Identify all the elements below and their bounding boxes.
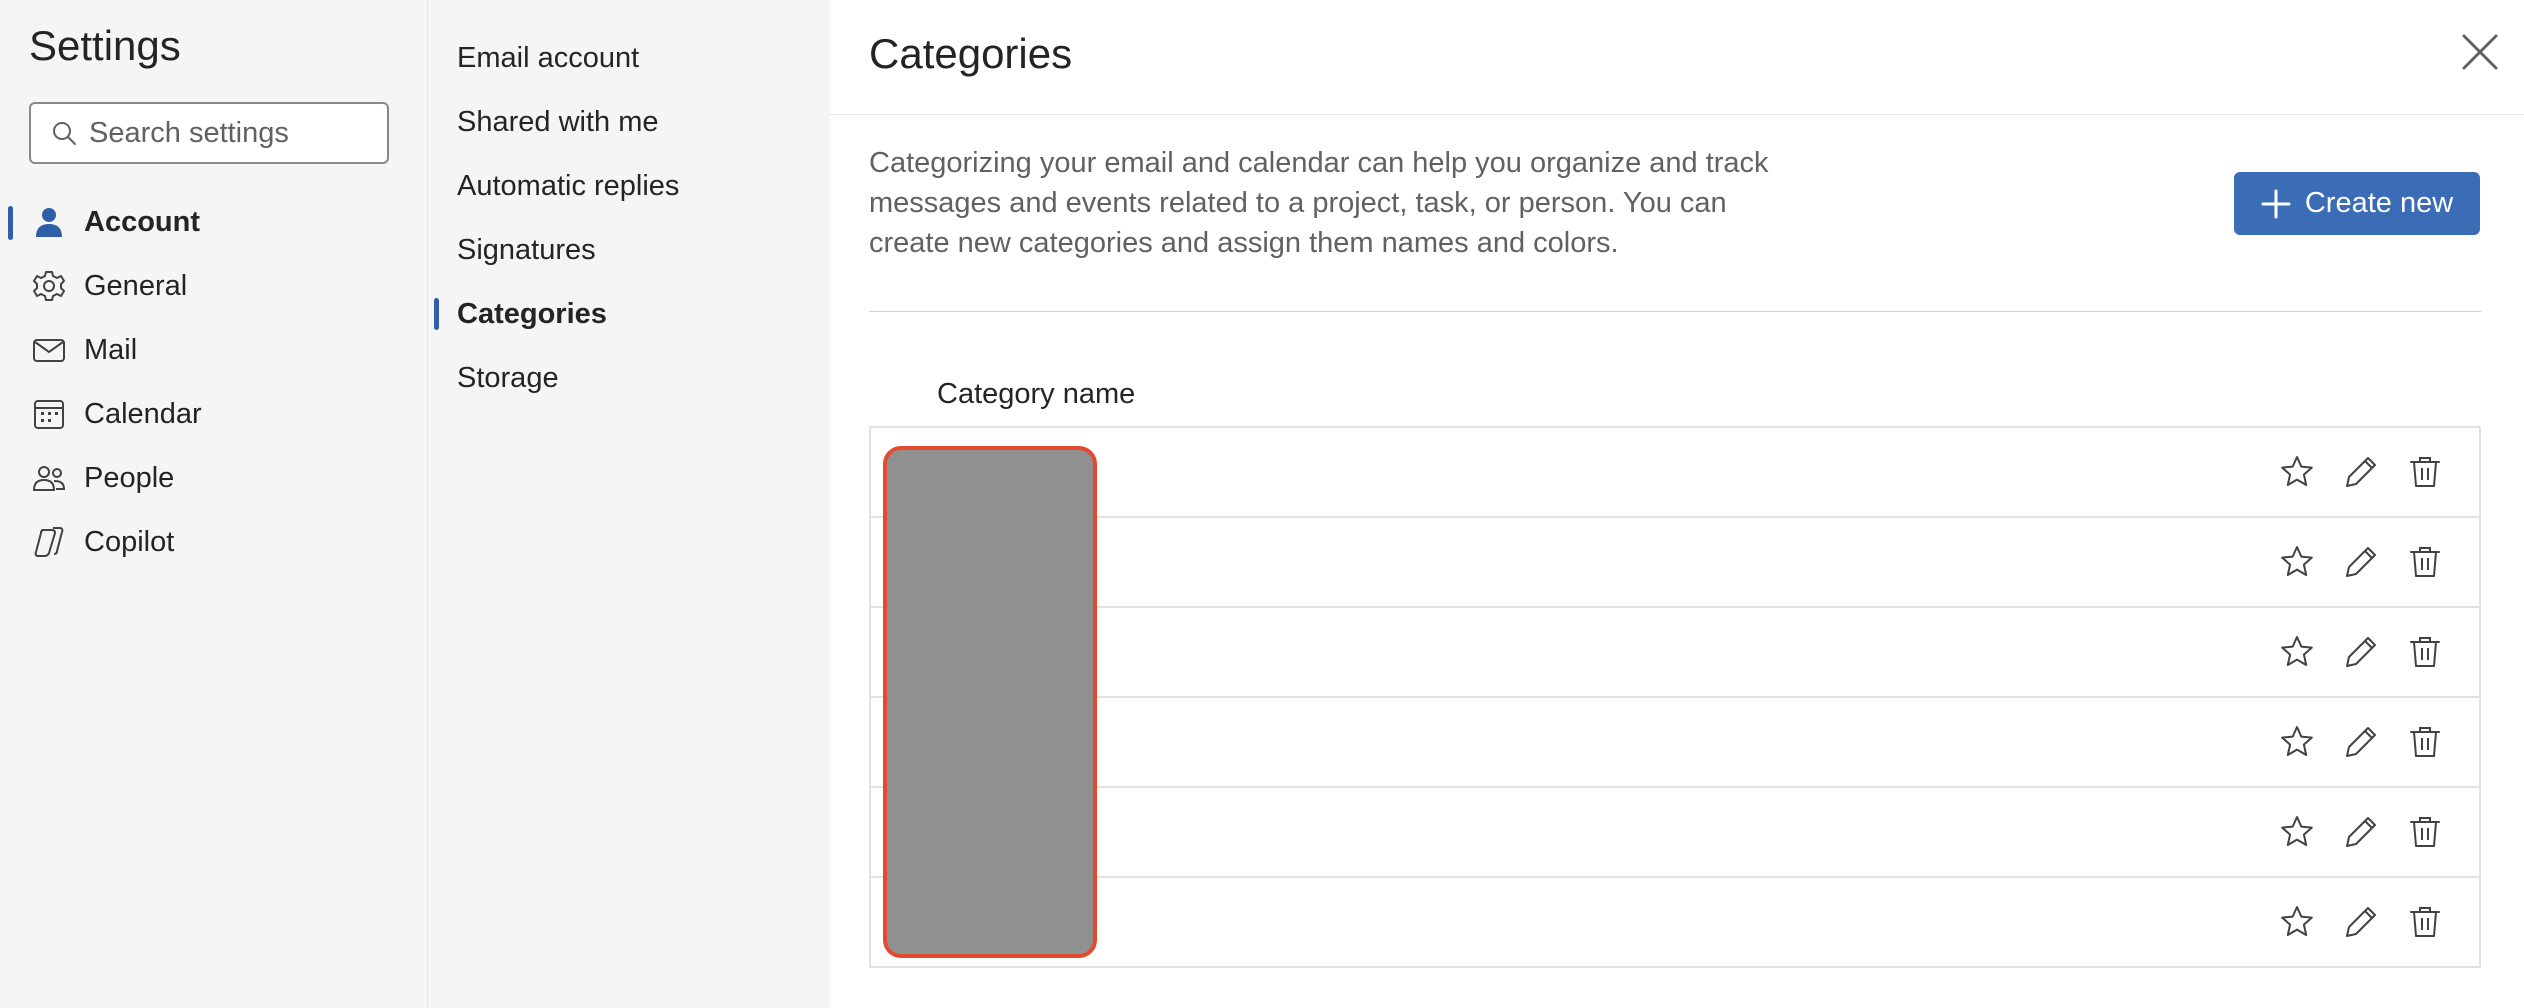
trash-icon[interactable] bbox=[2405, 722, 2445, 762]
sidebar-item-general[interactable]: General bbox=[0, 254, 428, 318]
table-row[interactable] bbox=[871, 518, 2479, 608]
close-button[interactable] bbox=[2456, 28, 2504, 76]
row-actions bbox=[2253, 608, 2445, 696]
table-row[interactable] bbox=[871, 788, 2479, 878]
trash-icon[interactable] bbox=[2405, 452, 2445, 492]
search-icon bbox=[51, 120, 77, 146]
sidebar-item-label: Calendar bbox=[84, 397, 202, 430]
sidebar-item-label: Mail bbox=[84, 333, 138, 366]
create-new-label: Create new bbox=[2304, 187, 2454, 219]
row-actions bbox=[2253, 518, 2445, 606]
sidebar-item-copilot[interactable]: Copilot bbox=[0, 510, 428, 574]
page-title: Categories bbox=[869, 30, 1073, 77]
sidebar-item-label: Account bbox=[84, 205, 200, 238]
pencil-icon[interactable] bbox=[2341, 452, 2381, 492]
star-icon[interactable] bbox=[2277, 542, 2317, 582]
mail-icon bbox=[32, 333, 66, 367]
star-icon[interactable] bbox=[2277, 632, 2317, 672]
pencil-icon[interactable] bbox=[2341, 632, 2381, 672]
row-actions bbox=[2253, 878, 2445, 966]
sidebar-item-label: Copilot bbox=[84, 525, 175, 558]
settings-nav-list: Account General Mail Calendar People Cop… bbox=[0, 190, 428, 574]
star-icon[interactable] bbox=[2277, 452, 2317, 492]
star-icon[interactable] bbox=[2277, 812, 2317, 852]
subnav-item-automatic-replies[interactable]: Automatic replies bbox=[428, 154, 830, 218]
pencil-icon[interactable] bbox=[2341, 542, 2381, 582]
subnav-item-categories[interactable]: Categories bbox=[428, 282, 830, 346]
column-header-category-name: Category name bbox=[937, 378, 1136, 410]
trash-icon[interactable] bbox=[2405, 902, 2445, 942]
search-input[interactable] bbox=[89, 116, 379, 150]
sidebar-item-calendar[interactable]: Calendar bbox=[0, 382, 428, 446]
person-icon bbox=[32, 205, 66, 239]
search-settings-box[interactable] bbox=[29, 102, 389, 164]
copilot-icon bbox=[32, 525, 66, 559]
subnav-list: Email account Shared with me Automatic r… bbox=[428, 26, 830, 410]
redacted-category-names bbox=[883, 446, 1097, 958]
settings-sidebar: Settings Account bbox=[0, 0, 428, 1008]
subnav-item-storage[interactable]: Storage bbox=[428, 346, 830, 410]
trash-icon[interactable] bbox=[2405, 812, 2445, 852]
pencil-icon[interactable] bbox=[2341, 902, 2381, 942]
sidebar-item-label: People bbox=[84, 461, 175, 494]
sidebar-item-label: General bbox=[84, 269, 188, 302]
trash-icon[interactable] bbox=[2405, 632, 2445, 672]
sidebar-item-account[interactable]: Account bbox=[0, 190, 428, 254]
row-actions bbox=[2253, 428, 2445, 516]
star-icon[interactable] bbox=[2277, 722, 2317, 762]
account-subnav: Email account Shared with me Automatic r… bbox=[428, 0, 830, 1008]
divider bbox=[869, 311, 2481, 312]
categories-table bbox=[869, 426, 2481, 968]
pencil-icon[interactable] bbox=[2341, 812, 2381, 852]
trash-icon[interactable] bbox=[2405, 542, 2445, 582]
subnav-item-email-account[interactable]: Email account bbox=[428, 26, 830, 90]
settings-window: Settings Account bbox=[0, 0, 2524, 1008]
subnav-item-signatures[interactable]: Signatures bbox=[428, 218, 830, 282]
gear-icon bbox=[32, 269, 66, 303]
categories-description: Categorizing your email and calendar can… bbox=[869, 147, 1769, 259]
row-actions bbox=[2253, 698, 2445, 786]
table-row[interactable] bbox=[871, 608, 2479, 698]
sidebar-item-people[interactable]: People bbox=[0, 446, 428, 510]
plus-icon bbox=[2261, 189, 2291, 218]
pencil-icon[interactable] bbox=[2341, 722, 2381, 762]
table-row[interactable] bbox=[871, 878, 2479, 968]
table-row[interactable] bbox=[871, 428, 2479, 518]
row-actions bbox=[2253, 788, 2445, 876]
panel-header: Categories bbox=[830, 0, 2524, 115]
sidebar-item-mail[interactable]: Mail bbox=[0, 318, 428, 382]
close-icon bbox=[2462, 34, 2498, 70]
calendar-icon bbox=[32, 397, 66, 431]
star-icon[interactable] bbox=[2277, 902, 2317, 942]
settings-title: Settings bbox=[29, 22, 181, 69]
create-new-button[interactable]: Create new bbox=[2234, 172, 2480, 235]
people-icon bbox=[32, 461, 66, 495]
table-row[interactable] bbox=[871, 698, 2479, 788]
subnav-item-shared-with-me[interactable]: Shared with me bbox=[428, 90, 830, 154]
